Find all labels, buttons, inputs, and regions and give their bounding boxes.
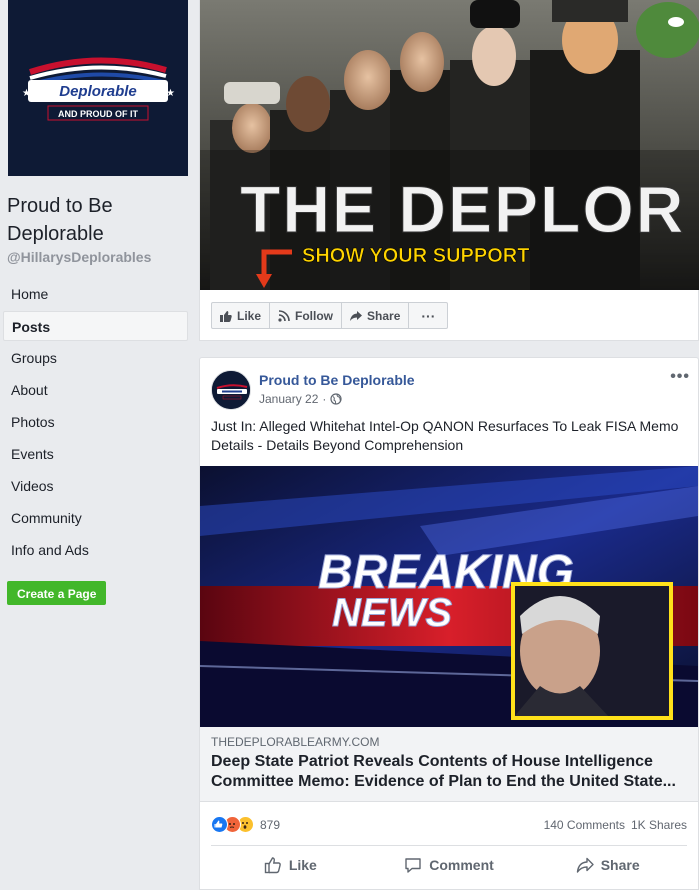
logo-tagline: AND PROUD OF IT <box>58 109 139 119</box>
rss-icon <box>278 309 290 322</box>
post-divider <box>211 845 687 846</box>
post-meta: January 22 · <box>259 392 342 406</box>
nav-community[interactable]: Community <box>3 503 188 533</box>
post-like-button[interactable]: Like <box>211 854 370 876</box>
nav-groups[interactable]: Groups <box>3 343 188 373</box>
left-column: Deplorable ★ ★ AND PROUD OF IT Proud to … <box>0 0 196 890</box>
nav-home[interactable]: Home <box>3 279 188 309</box>
comments-count[interactable]: 140 Comments <box>544 818 625 832</box>
cover-subline: SHOW YOUR SUPPORT <box>302 245 529 267</box>
link-title-line-2: Committee Memo: Evidence of Plan to End … <box>211 773 676 790</box>
cover-image: THE DEPLOR SHOW YOUR SUPPORT <box>200 0 699 290</box>
svg-text:★: ★ <box>166 88 175 99</box>
more-dots-icon: ··· <box>421 307 436 324</box>
nav-events[interactable]: Events <box>3 439 188 469</box>
comment-bubble-icon <box>405 858 421 873</box>
thumbs-up-outline-icon <box>264 857 281 874</box>
link-preview-image[interactable]: BREAKING NEWS <box>200 466 698 727</box>
share-arrow-outline-icon <box>576 857 594 873</box>
post-options-icon[interactable]: ••• <box>670 368 690 386</box>
news-text: NEWS <box>332 591 452 635</box>
nav-photos[interactable]: Photos <box>3 407 188 437</box>
page-handle[interactable]: @HillarysDeplorables <box>7 249 151 265</box>
cover-action-bar: Like Follow Share ··· <box>211 302 449 329</box>
page-nav: Home Posts Groups About Photos Events Vi… <box>3 279 188 567</box>
deplorable-logo-small <box>212 371 250 409</box>
page-share-button[interactable]: Share <box>341 302 410 329</box>
nav-videos[interactable]: Videos <box>3 471 188 501</box>
svg-text:★: ★ <box>22 88 31 99</box>
post-author-avatar[interactable] <box>211 370 251 410</box>
post-text: Just In: Alleged Whitehat Intel-Op QANON… <box>211 418 679 453</box>
page-follow-label: Follow <box>295 308 334 323</box>
link-title-line-1: Deep State Patriot Reveals Contents of H… <box>211 753 653 770</box>
post-share-label: Share <box>600 857 640 873</box>
share-arrow-icon <box>350 310 363 321</box>
shares-count[interactable]: 1K Shares <box>631 818 687 832</box>
post-action-bar: Like Comment Share <box>211 854 687 876</box>
create-page-button[interactable]: Create a Page <box>7 581 107 605</box>
breaking-news-image: BREAKING NEWS <box>200 466 698 727</box>
cover-photo[interactable]: THE DEPLOR SHOW YOUR SUPPORT <box>200 0 699 290</box>
page-name[interactable]: Proud to Be Deplorable <box>7 192 192 248</box>
post-comment-label: Comment <box>429 857 494 873</box>
page-follow-button[interactable]: Follow <box>269 302 343 329</box>
nav-info-and-ads[interactable]: Info and Ads <box>3 535 188 565</box>
feed-post: Proud to Be Deplorable January 22 · ••• … <box>199 357 699 890</box>
post-stats: 140 Comments 1K Shares <box>544 818 687 832</box>
page-profile-picture[interactable]: Deplorable ★ ★ AND PROUD OF IT <box>8 0 188 176</box>
logo-text: Deplorable <box>59 83 137 100</box>
globe-icon <box>330 393 342 405</box>
post-author-name[interactable]: Proud to Be Deplorable <box>259 372 415 388</box>
cover-headline: THE DEPLOR <box>240 172 685 246</box>
post-share-button[interactable]: Share <box>528 854 687 876</box>
nav-about[interactable]: About <box>3 375 188 405</box>
post-date[interactable]: January 22 <box>259 392 318 406</box>
post-like-label: Like <box>288 857 317 873</box>
page-like-button[interactable]: Like <box>211 302 271 329</box>
page-like-label: Like <box>237 308 262 323</box>
like-reaction-icon <box>211 816 228 833</box>
link-domain: THEDEPLORABLEARMY.COM <box>211 735 380 749</box>
deplorable-logo: Deplorable ★ ★ AND PROUD OF IT <box>8 0 188 176</box>
post-comment-button[interactable]: Comment <box>370 854 529 876</box>
nav-posts[interactable]: Posts <box>3 311 188 341</box>
thumbs-up-icon <box>220 310 232 322</box>
page-share-label: Share <box>367 308 401 323</box>
cover-card: THE DEPLOR SHOW YOUR SUPPORT Like Follow <box>199 0 699 341</box>
link-preview-box[interactable]: THEDEPLORABLEARMY.COM Deep State Patriot… <box>200 727 698 802</box>
page-more-button[interactable]: ··· <box>408 302 449 329</box>
reactions-summary[interactable]: 879 <box>211 816 280 833</box>
reaction-count: 879 <box>260 817 281 832</box>
